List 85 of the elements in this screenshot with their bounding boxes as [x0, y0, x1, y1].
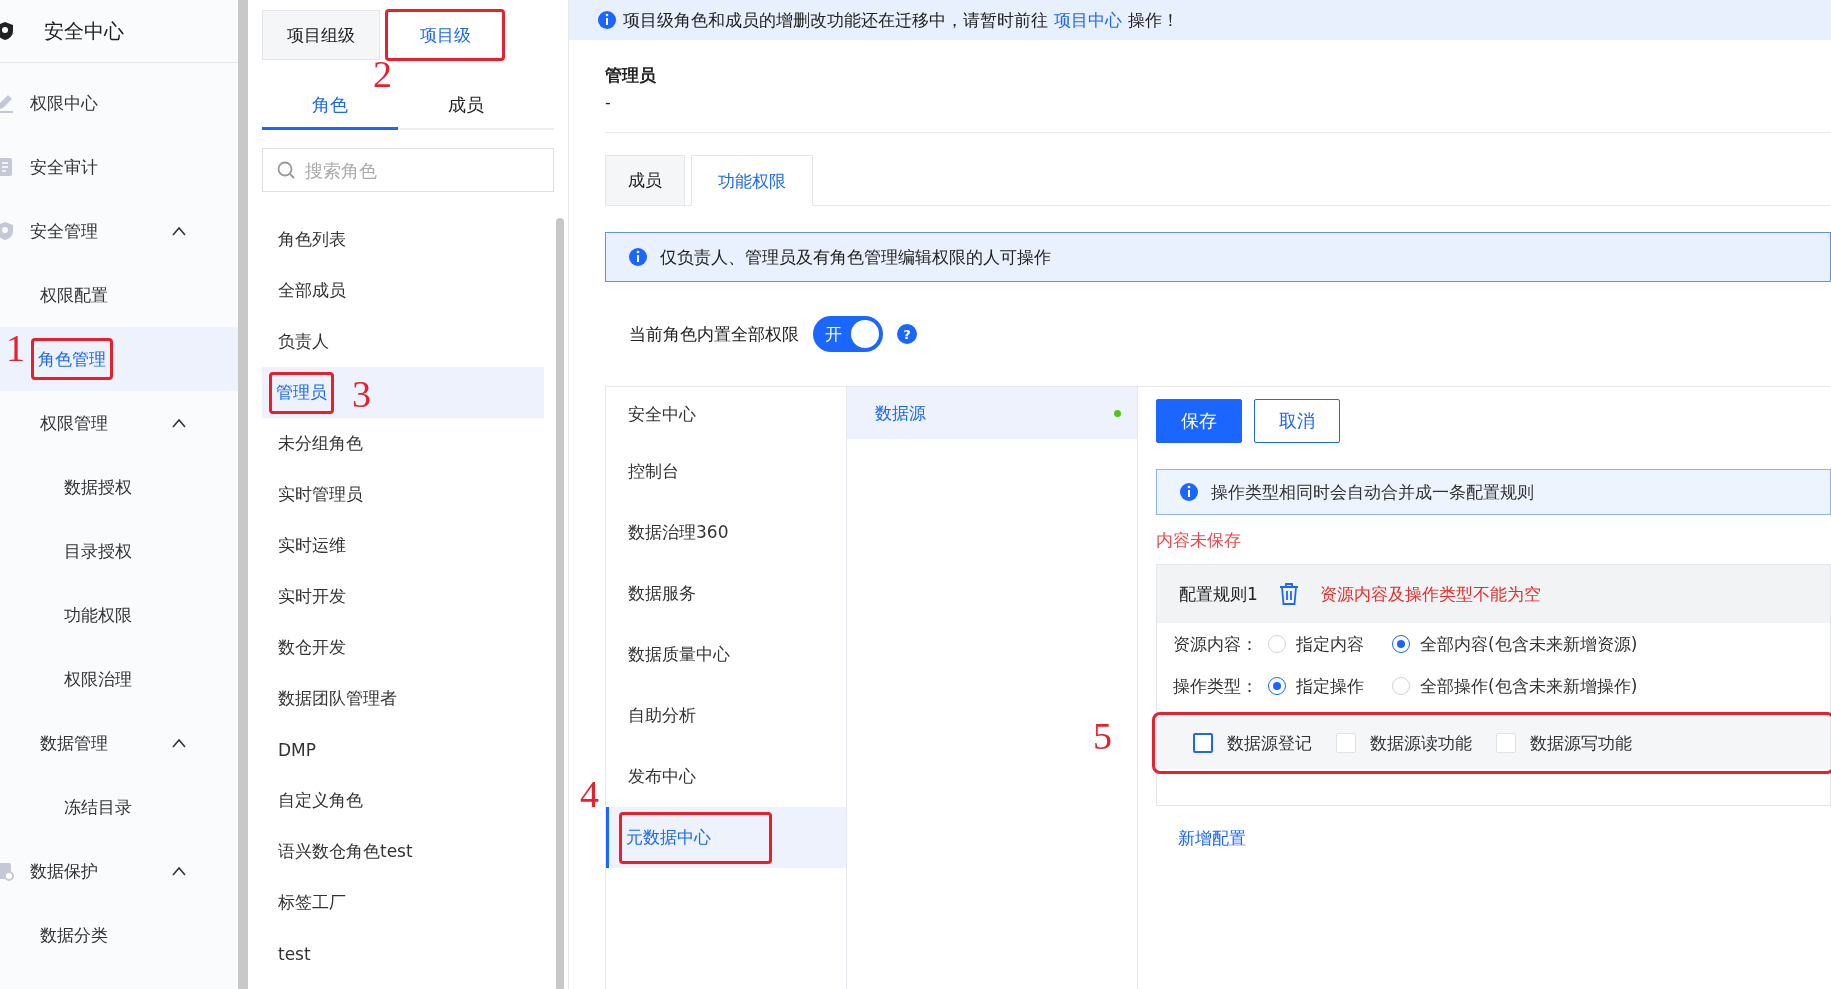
sidebar-item[interactable]: 权限配置	[0, 263, 238, 327]
role-list-item[interactable]: 未分组角色	[262, 418, 544, 469]
pencil-icon	[0, 92, 16, 114]
role-list-item[interactable]: 实时管理员	[262, 469, 544, 520]
module-item[interactable]: 发布中心	[606, 746, 846, 807]
tab[interactable]: 项目组级	[262, 10, 380, 60]
sidebar-item[interactable]: 目录授权	[0, 519, 238, 583]
sidebar-item[interactable]: 数据保护	[0, 839, 238, 903]
module-item[interactable]: 自助分析	[606, 685, 846, 746]
tab[interactable]: 成员	[398, 82, 534, 130]
role-list-item[interactable]: 语兴数仓角色test	[262, 826, 544, 877]
radio-option[interactable]: 全部内容(包含未来新增资源)	[1392, 632, 1638, 656]
chevron-icon	[172, 738, 186, 748]
info-icon	[628, 247, 648, 267]
toggle-switch[interactable]: 开	[813, 316, 883, 352]
role-list-item[interactable]: 自定义角色	[262, 775, 544, 826]
field-label: 操作类型：	[1173, 674, 1258, 698]
help-icon[interactable]: ?	[897, 324, 917, 344]
radio-dot[interactable]	[1392, 635, 1410, 653]
role-list-item[interactable]: 数仓开发	[262, 622, 544, 673]
sidebar-item[interactable]: 数据分类	[0, 903, 238, 967]
sidebar-item[interactable]: 冻结目录	[0, 775, 238, 839]
sidebar-item[interactable]: 安全管理	[0, 199, 238, 263]
sidebar-item[interactable]: 权限中心	[0, 71, 238, 135]
sidebar-item[interactable]: 数据管理	[0, 711, 238, 775]
error-text: 资源内容及操作类型不能为空	[1319, 582, 1541, 606]
chevron-icon	[172, 226, 186, 236]
notice-text: 仅负责人、管理员及有角色管理编辑权限的人可操作	[660, 245, 1051, 269]
checkbox[interactable]: 数据源写功能	[1496, 731, 1632, 755]
module-item[interactable]: 数据质量中心	[606, 624, 846, 685]
radio-option[interactable]: 指定内容	[1268, 632, 1364, 656]
role-description: -	[605, 93, 612, 112]
tab[interactable]: 成员	[605, 155, 685, 205]
role-list-item[interactable]: 角色列表	[262, 214, 544, 265]
role-list-item[interactable]: 全部成员	[262, 265, 544, 316]
role-list-item[interactable]: test	[262, 928, 544, 979]
sidebar-item[interactable]: 数据授权	[0, 455, 238, 519]
link[interactable]: 项目中心	[1054, 8, 1122, 32]
sidebar-item[interactable]: 功能权限	[0, 583, 238, 647]
role-list-item[interactable]: 标签工厂	[262, 877, 544, 928]
banner-text: 项目级角色和成员的增删改功能还在迁移中，请暂时前往	[623, 8, 1048, 32]
resource-item[interactable]: 数据源	[847, 387, 1137, 439]
chevron-icon	[172, 418, 186, 428]
search-field[interactable]: 搜索角色	[262, 148, 554, 192]
checkbox[interactable]: 数据源读功能	[1336, 731, 1472, 755]
app-title: 安全中心	[44, 17, 124, 45]
radio-dot[interactable]	[1268, 677, 1286, 695]
scrollbar[interactable]	[556, 218, 564, 989]
role-list-item[interactable]: 管理员 3	[262, 367, 544, 418]
module-item[interactable]: 安全中心	[606, 387, 846, 441]
role-list-item[interactable]: 实时开发	[262, 571, 544, 622]
module-item[interactable]: 控制台	[606, 441, 846, 502]
role-name: 管理员	[605, 64, 657, 87]
role-list-item[interactable]: 数据团队管理者	[262, 673, 544, 724]
field-label: 资源内容：	[1173, 632, 1258, 656]
sidebar-item[interactable]: 1 角色管理	[0, 327, 238, 391]
role-list-item[interactable]: 实时运维	[262, 520, 544, 571]
annotation-number: 5	[1093, 717, 1112, 755]
tab[interactable]: 功能权限	[691, 155, 813, 206]
radio-option[interactable]: 全部操作(包含未来新增操作)	[1392, 674, 1638, 698]
checkbox[interactable]: 数据源登记	[1193, 731, 1312, 755]
trash-icon	[1277, 582, 1300, 606]
role-list-item[interactable]: 负责人	[262, 316, 544, 367]
scrollbar[interactable]	[238, 0, 248, 989]
annotation-number: 3	[352, 374, 371, 413]
notice-text: 操作类型相同时会自动合并成一条配置规则	[1211, 480, 1534, 504]
sidebar-item[interactable]: 权限管理	[0, 391, 238, 455]
rule-title: 配置规则1	[1179, 582, 1258, 606]
info-icon	[597, 10, 617, 30]
chevron-icon	[172, 866, 186, 876]
add-config-link[interactable]: 新增配置	[1156, 826, 1252, 851]
sidebar-item[interactable]: 权限治理	[0, 647, 238, 711]
radio-option[interactable]: 指定操作	[1268, 674, 1364, 698]
warning-text: 内容未保存	[1156, 529, 1242, 552]
save-button[interactable]: 保存	[1156, 399, 1242, 443]
module-item[interactable]: 数据服务	[606, 563, 846, 624]
module-item[interactable]: 数据治理360	[606, 502, 846, 563]
banner-text: 操作！	[1128, 8, 1179, 32]
sidebar-item[interactable]: 安全审计	[0, 135, 238, 199]
info-icon	[1179, 482, 1199, 502]
annotation-number: 4	[580, 774, 599, 813]
switch-label: 当前角色内置全部权限	[629, 322, 799, 346]
role-list-item[interactable]: DMP	[262, 724, 544, 775]
annotation-number: 1	[6, 329, 25, 367]
cancel-button[interactable]: 取消	[1254, 399, 1340, 443]
